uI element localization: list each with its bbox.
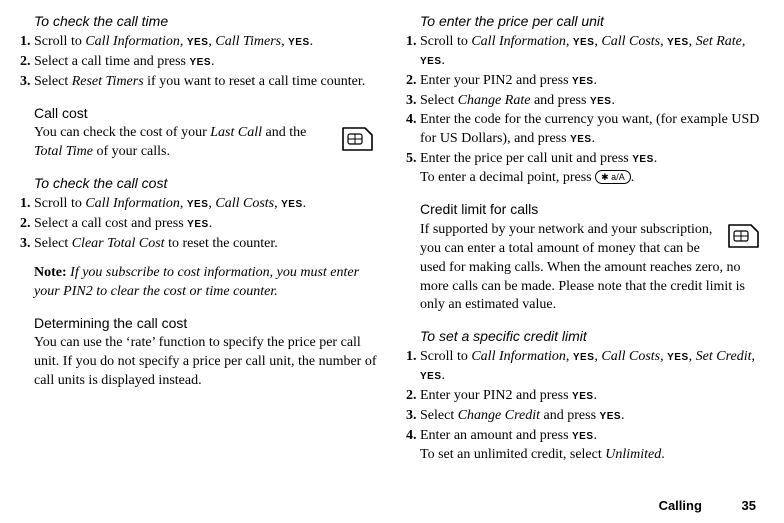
menu-item: Change Credit xyxy=(458,408,540,423)
key-yes: YES xyxy=(281,199,303,210)
key-yes: YES xyxy=(420,56,442,67)
step-item: 2. Select a call time and press YES. xyxy=(20,53,378,72)
steps-enter-price: 1. Scroll to Call Information, YES, Call… xyxy=(406,33,764,188)
menu-item: Set Rate xyxy=(696,34,742,49)
key-yes: YES xyxy=(667,37,689,48)
menu-item: Change Rate xyxy=(458,93,531,108)
key-yes: YES xyxy=(420,371,442,382)
step-item: 3. Select Change Credit and press YES. xyxy=(406,407,764,426)
menu-item: Set Credit xyxy=(696,349,752,364)
heading-credit-limit: Credit limit for calls xyxy=(420,200,764,219)
note-block: Note: If you subscribe to cost informati… xyxy=(34,264,378,302)
key-yes: YES xyxy=(632,154,654,165)
step-item: 1. Scroll to Call Information, YES, Call… xyxy=(20,195,378,214)
key-star-aA-icon: ✱ a/A xyxy=(595,170,631,184)
menu-item: Call Timers xyxy=(215,34,281,49)
heading-check-call-cost: To check the call cost xyxy=(34,174,378,193)
footer-section: Calling xyxy=(659,498,702,513)
paragraph-call-cost: You can check the cost of your Last Call… xyxy=(34,124,378,162)
heading-call-cost: Call cost xyxy=(34,104,378,123)
key-yes: YES xyxy=(572,76,594,87)
step-text: Scroll to xyxy=(34,34,85,49)
key-yes: YES xyxy=(573,37,595,48)
step-item: 1. Scroll to Call Information, YES, Call… xyxy=(406,33,764,71)
note-text: If you subscribe to cost information, yo… xyxy=(34,265,359,299)
heading-determining-cost: Determining the call cost xyxy=(34,314,378,333)
steps-set-credit: 1. Scroll to Call Information, YES, Call… xyxy=(406,348,764,464)
heading-check-call-time: To check the call time xyxy=(34,12,378,31)
menu-item: Call Costs xyxy=(601,34,660,49)
step-item: 1. Scroll to Call Information, YES, Call… xyxy=(406,348,764,386)
key-yes: YES xyxy=(590,96,612,107)
key-yes: YES xyxy=(573,352,595,363)
step-item: 2. Enter your PIN2 and press YES. xyxy=(406,387,764,406)
key-yes: YES xyxy=(187,199,209,210)
step-item: 4. Enter an amount and press YES. To set… xyxy=(406,427,764,465)
steps-check-call-cost: 1. Scroll to Call Information, YES, Call… xyxy=(20,195,378,254)
menu-item: Call Costs xyxy=(215,196,274,211)
paragraph-determining: You can use the ‘rate’ function to speci… xyxy=(34,334,378,391)
menu-item: Call Costs xyxy=(601,349,660,364)
sim-card-icon xyxy=(340,126,374,152)
menu-item: Clear Total Cost xyxy=(72,236,165,251)
key-yes: YES xyxy=(600,411,622,422)
key-yes: YES xyxy=(187,37,209,48)
right-column: To enter the price per call unit 1. Scro… xyxy=(406,8,764,466)
key-yes: YES xyxy=(570,134,592,145)
step-item: 5. Enter the price per call unit and pre… xyxy=(406,150,764,188)
term: Last Call xyxy=(210,125,262,140)
menu-item: Unlimited xyxy=(605,447,661,462)
sim-card-icon xyxy=(726,223,760,249)
menu-item: Call Information xyxy=(471,349,566,364)
heading-set-credit-limit: To set a specific credit limit xyxy=(420,327,764,346)
step-item: 4. Enter the code for the currency you w… xyxy=(406,111,764,149)
menu-item: Call Information xyxy=(85,196,180,211)
key-yes: YES xyxy=(288,37,310,48)
left-column: To check the call time 1. Scroll to Call… xyxy=(20,8,378,466)
footer-page-number: 35 xyxy=(742,498,756,513)
heading-enter-price: To enter the price per call unit xyxy=(420,12,764,31)
steps-check-call-time: 1. Scroll to Call Information, YES, Call… xyxy=(20,33,378,92)
page-columns: To check the call time 1. Scroll to Call… xyxy=(20,8,764,466)
menu-item: Call Information xyxy=(471,34,566,49)
term: Total Time xyxy=(34,144,93,159)
step-text: Select xyxy=(34,74,72,89)
key-yes: YES xyxy=(190,57,212,68)
key-yes: YES xyxy=(667,352,689,363)
paragraph-credit-limit: If supported by your network and your su… xyxy=(420,221,764,315)
menu-item: Reset Timers xyxy=(72,74,144,89)
key-yes: YES xyxy=(572,391,594,402)
key-yes: YES xyxy=(187,219,209,230)
note-label: Note: xyxy=(34,265,67,280)
page-footer: Calling 35 xyxy=(659,497,756,515)
step-item: 1. Scroll to Call Information, YES, Call… xyxy=(20,33,378,52)
step-item: 3. Select Change Rate and press YES. xyxy=(406,92,764,111)
step-item: 3. Select Reset Timers if you want to re… xyxy=(20,73,378,92)
step-item: 2. Enter your PIN2 and press YES. xyxy=(406,72,764,91)
menu-item: Call Information xyxy=(85,34,180,49)
step-text: Select a call time and press xyxy=(34,54,190,69)
step-item: 3. Select Clear Total Cost to reset the … xyxy=(20,235,378,254)
step-item: 2. Select a call cost and press YES. xyxy=(20,215,378,234)
key-yes: YES xyxy=(572,431,594,442)
